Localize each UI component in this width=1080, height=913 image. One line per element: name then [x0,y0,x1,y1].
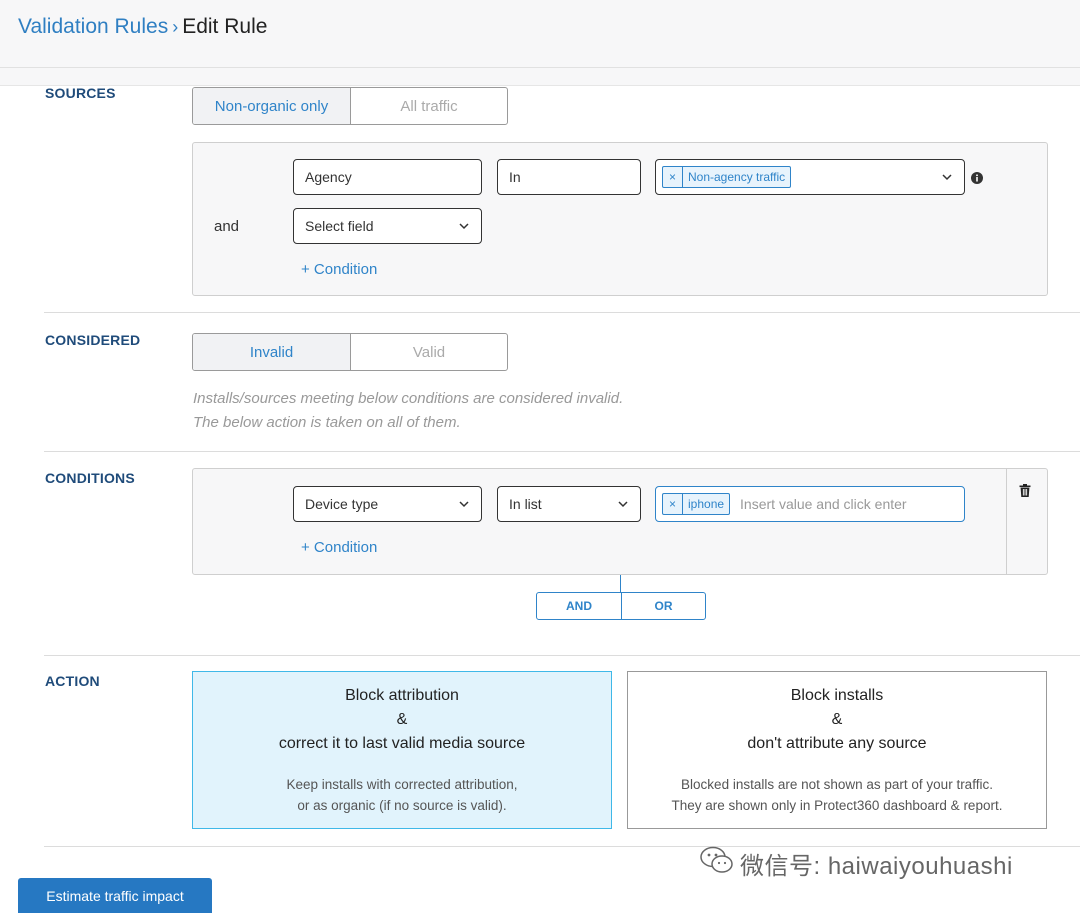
tag-label: iphone [688,497,725,511]
card-description: Keep installs with corrected attribution… [193,774,611,816]
device-values-input[interactable]: × iphone Insert value and click enter [655,486,965,522]
page-title: Edit Rule [182,15,268,38]
section-divider [44,655,1080,656]
card-description: Blocked installs are not shown as part o… [628,774,1046,816]
card-desc-line1: Blocked installs are not shown as part o… [681,777,993,792]
breadcrumb-validation-rules[interactable]: Validation Rules [18,15,168,38]
sources-toggle: Non-organic only All traffic [192,87,508,125]
tag-label: Non-agency traffic [688,170,786,184]
breadcrumb-separator: › [172,17,179,37]
card-title-ampersand: & [831,711,843,728]
wechat-icon [700,846,734,881]
remove-tag-icon[interactable]: × [663,167,683,187]
add-condition-button[interactable]: + Condition [301,261,377,278]
and-or-toggle: AND OR [536,592,706,620]
all-traffic-option[interactable]: All traffic [350,88,507,124]
panel-separator [1006,469,1007,574]
chevron-down-icon [617,498,629,510]
card-title-line1: Block installs [790,687,884,704]
remove-tag-icon[interactable]: × [663,494,683,514]
section-divider [44,451,1080,452]
card-title-line1: Block attribution [345,687,459,704]
card-title-line3: correct it to last valid media source [278,735,526,752]
action-label: ACTION [45,673,100,689]
select-field-dropdown[interactable]: Select field [293,208,482,244]
non-agency-traffic-tag: × Non-agency traffic [662,166,792,188]
chevron-down-icon [458,220,470,232]
card-desc-line2: They are shown only in Protect360 dashbo… [671,798,1003,813]
trash-icon[interactable] [1019,484,1031,502]
invalid-option[interactable]: Invalid [193,334,350,370]
agency-values-select[interactable]: × Non-agency traffic [655,159,965,195]
chevron-down-icon [458,498,470,510]
and-button[interactable]: AND [537,593,621,619]
in-list-label: In list [509,496,542,512]
breadcrumb: Validation Rules › Edit Rule [18,15,267,39]
info-icon[interactable] [971,171,983,189]
or-button[interactable]: OR [621,593,705,619]
block-attribution-card[interactable]: Block attribution & correct it to last v… [192,671,612,829]
estimate-traffic-impact-button[interactable]: Estimate traffic impact [18,878,212,913]
and-label: and [214,218,240,235]
card-desc-line1: Keep installs with corrected attribution… [286,777,518,792]
connector-line [620,575,621,593]
card-title: Block attribution & correct it to last v… [193,684,611,756]
iphone-tag: × iphone [662,493,731,515]
value-input-placeholder: Insert value and click enter [740,496,907,512]
card-title-line3: don't attribute any source [747,735,927,752]
considered-note-line1: Installs/sources meeting below condition… [193,390,624,407]
considered-note-line2: The below action is taken on all of them… [193,414,461,431]
conditions-label: CONDITIONS [45,470,135,486]
card-title: Block installs & don't attribute any sou… [628,684,1046,756]
card-desc-line2: or as organic (if no source is valid). [297,798,507,813]
non-organic-only-option[interactable]: Non-organic only [193,88,350,124]
agency-field[interactable]: Agency [293,159,482,195]
device-type-label: Device type [305,496,379,512]
watermark-text: 微信号: haiwaiyouhuashi [740,853,1013,880]
block-installs-card[interactable]: Block installs & don't attribute any sou… [627,671,1047,829]
conditions-panel: Device type In list × iphone Insert valu… [192,468,1048,575]
select-field-placeholder: Select field [305,218,374,234]
card-title-ampersand: & [396,711,408,728]
sources-label: SOURCES [45,85,116,101]
watermark: 微信号: haiwaiyouhuashi [700,846,1013,881]
in-list-dropdown[interactable]: In list [497,486,641,522]
sources-conditions-panel: Agency In × Non-agency traffic and Selec… [192,142,1048,296]
chevron-down-icon[interactable] [941,171,953,183]
add-condition-button[interactable]: + Condition [301,539,377,556]
page-header: Validation Rules › Edit Rule [0,0,1080,68]
section-divider [44,312,1080,313]
header-strip [0,68,1080,86]
device-type-dropdown[interactable]: Device type [293,486,482,522]
considered-toggle: Invalid Valid [192,333,508,371]
considered-label: CONSIDERED [45,332,141,348]
valid-option[interactable]: Valid [350,334,507,370]
in-operator-field[interactable]: In [497,159,641,195]
